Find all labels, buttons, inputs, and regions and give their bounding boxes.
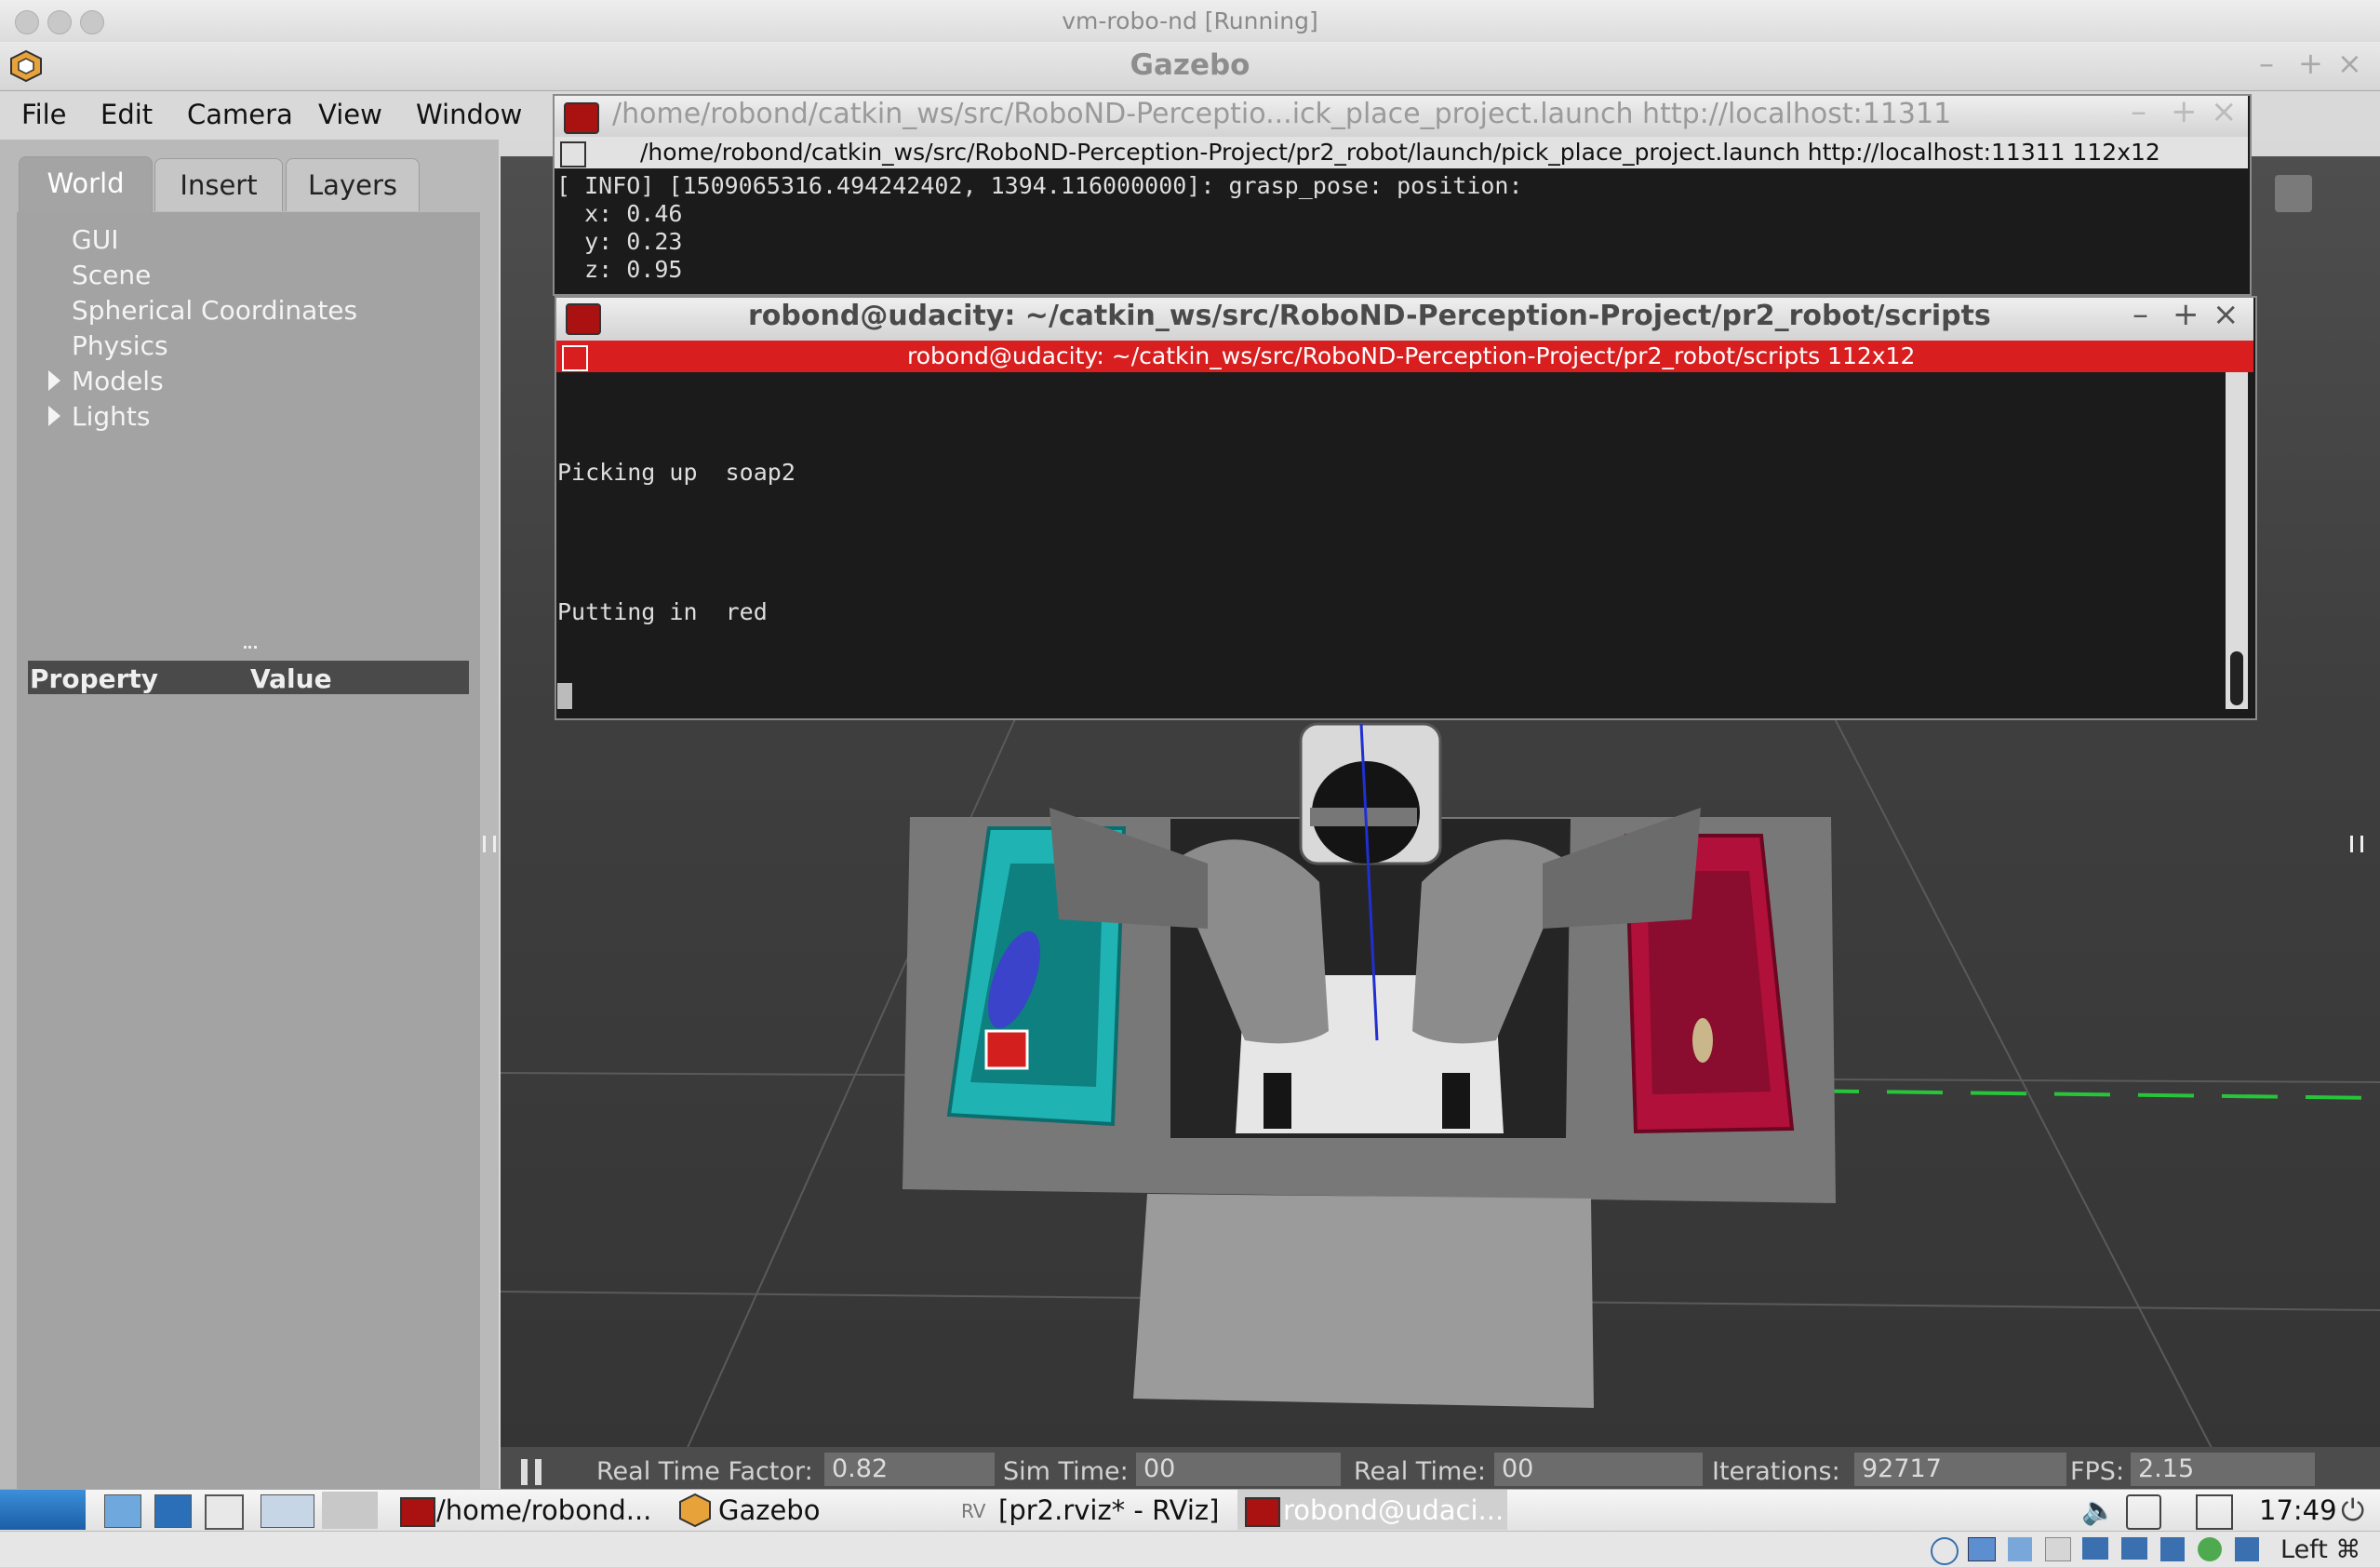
menu-window[interactable]: Window — [416, 99, 522, 130]
right-panel-splitter[interactable] — [2350, 836, 2363, 852]
fps-label: FPS: — [2070, 1457, 2125, 1486]
maximize-icon[interactable]: + — [2298, 46, 2323, 81]
workspace-icon[interactable] — [322, 1492, 378, 1529]
close-icon[interactable]: × — [2211, 93, 2238, 130]
tab-grid-icon[interactable] — [562, 345, 588, 371]
terminal-launch-line: z: 0.95 — [556, 256, 683, 283]
real-time-factor-label: Real Time Factor: — [596, 1457, 813, 1486]
gazebo-task-icon — [679, 1493, 711, 1528]
value-column-header: Value — [250, 663, 332, 694]
tab-grid-icon[interactable] — [560, 141, 586, 167]
terminal-output-putting: Putting in red — [557, 598, 768, 625]
real-time-value: 00 00:06:41.100 — [1494, 1453, 1703, 1517]
close-icon[interactable]: × — [2337, 46, 2362, 81]
terminal-launch-title: /home/robond/catkin_ws/src/RoboND-Percep… — [612, 98, 1952, 130]
soap-object — [1692, 1018, 1713, 1063]
expand-lights-icon[interactable] — [48, 406, 60, 426]
task-rviz[interactable]: [pr2.rviz* - RViz] — [998, 1494, 1219, 1526]
maximize-icon[interactable]: + — [2171, 93, 2198, 130]
real-time-factor-value: 0.82 — [824, 1453, 995, 1486]
pause-icon[interactable] — [521, 1459, 542, 1485]
rviz-task-icon: RV — [961, 1500, 986, 1522]
terminal-launch-line: y: 0.23 — [556, 228, 683, 255]
menu-view[interactable]: View — [318, 99, 382, 130]
property-panel — [17, 650, 480, 1489]
tree-item-models[interactable]: Models — [72, 366, 164, 396]
network-status-icon[interactable] — [2198, 1537, 2222, 1561]
menu-file[interactable]: File — [21, 99, 67, 130]
cpu-icon[interactable] — [2160, 1537, 2185, 1561]
task-terminal-scripts[interactable]: robond@udaci... — [1283, 1494, 1504, 1526]
left-panel-splitter[interactable] — [483, 836, 496, 852]
terminal-launch-line: x: 0.46 — [556, 200, 683, 227]
iterations-value: 92717 — [1854, 1453, 2066, 1486]
property-column-header: Property — [30, 663, 159, 694]
task-terminal-launch[interactable]: /home/robond... — [436, 1494, 651, 1526]
minimize-icon[interactable]: – — [2259, 46, 2274, 81]
expand-models-icon[interactable] — [48, 370, 60, 391]
start-menu-button[interactable] — [0, 1490, 86, 1530]
menu-camera[interactable]: Camera — [187, 99, 293, 130]
network-icon[interactable] — [2196, 1494, 2233, 1530]
battery-icon[interactable] — [2126, 1494, 2161, 1530]
tree-item-scene[interactable]: Scene — [72, 260, 151, 290]
browser-icon[interactable] — [154, 1494, 192, 1528]
sim-time-label: Sim Time: — [1003, 1457, 1129, 1486]
tab-world[interactable]: World — [19, 156, 153, 213]
tab-insert[interactable]: Insert — [154, 158, 283, 211]
tree-item-lights[interactable]: Lights — [72, 401, 150, 432]
window-icon[interactable] — [205, 1494, 244, 1530]
red-object — [984, 1029, 1029, 1070]
tab-layers[interactable]: Layers — [286, 158, 420, 211]
minimize-icon[interactable]: – — [2131, 93, 2146, 130]
menu-edit[interactable]: Edit — [100, 99, 153, 130]
maximize-icon[interactable]: + — [2173, 296, 2199, 333]
optical-drive-icon[interactable] — [1968, 1537, 1996, 1561]
gazebo-titlebar: Gazebo – + × — [0, 42, 2380, 91]
terminal-cursor — [557, 683, 572, 709]
terminal-output-picking: Picking up soap2 — [557, 459, 796, 486]
minimize-icon[interactable]: – — [2133, 296, 2148, 333]
disk-icon[interactable] — [1931, 1537, 1959, 1565]
close-icon[interactable]: × — [2213, 296, 2240, 333]
download-icon[interactable] — [2235, 1537, 2259, 1561]
tree-item-spherical-coordinates[interactable]: Spherical Coordinates — [72, 295, 357, 326]
shared-folder-icon[interactable] — [2045, 1537, 2071, 1561]
display-icon[interactable] — [2082, 1537, 2108, 1560]
volume-icon[interactable]: 🔈 — [2081, 1494, 2116, 1527]
fps-value: 2.15 — [2131, 1453, 2315, 1486]
real-time-label: Real Time: — [1354, 1457, 1486, 1486]
terminal-launch-line: [ INFO] [1509065316.494242402, 1394.1160… — [556, 172, 1523, 199]
video-capture-icon[interactable] — [2121, 1537, 2147, 1560]
terminal-scripts-title: robond@udacity: ~/catkin_ws/src/RoboND-P… — [748, 300, 1991, 332]
clock: 17:49 — [2259, 1494, 2337, 1526]
scrollbar-thumb[interactable] — [2230, 651, 2243, 705]
terminal-icon — [566, 303, 601, 335]
tree-item-gui[interactable]: GUI — [72, 224, 118, 255]
show-desktop-icon[interactable] — [261, 1494, 314, 1528]
gazebo-title: Gazebo — [1130, 48, 1250, 82]
power-icon[interactable]: ⏻ — [2341, 1493, 2364, 1529]
usb-icon[interactable] — [2008, 1537, 2032, 1561]
iterations-label: Iterations: — [1712, 1457, 1840, 1486]
tree-item-physics[interactable]: Physics — [72, 330, 168, 361]
vm-title: vm-robo-nd [Running] — [1062, 7, 1318, 34]
log-icon[interactable] — [2275, 175, 2312, 212]
file-manager-icon[interactable] — [104, 1494, 141, 1528]
terminal-launch-subtitle: /home/robond/catkin_ws/src/RoboND-Percep… — [640, 139, 2160, 166]
terminal-task-icon — [400, 1497, 435, 1527]
terminal-scripts-subtitle: robond@udacity: ~/catkin_ws/src/RoboND-P… — [907, 342, 1916, 369]
sim-time-value: 00 00:23:53.441 — [1136, 1453, 1341, 1517]
task-gazebo[interactable]: Gazebo — [718, 1494, 820, 1526]
terminal-task-icon — [1245, 1497, 1280, 1527]
host-key-label: Left ⌘ — [2280, 1535, 2361, 1564]
vm-titlebar: vm-robo-nd [Running] — [0, 0, 2380, 43]
terminal-icon — [564, 102, 599, 134]
